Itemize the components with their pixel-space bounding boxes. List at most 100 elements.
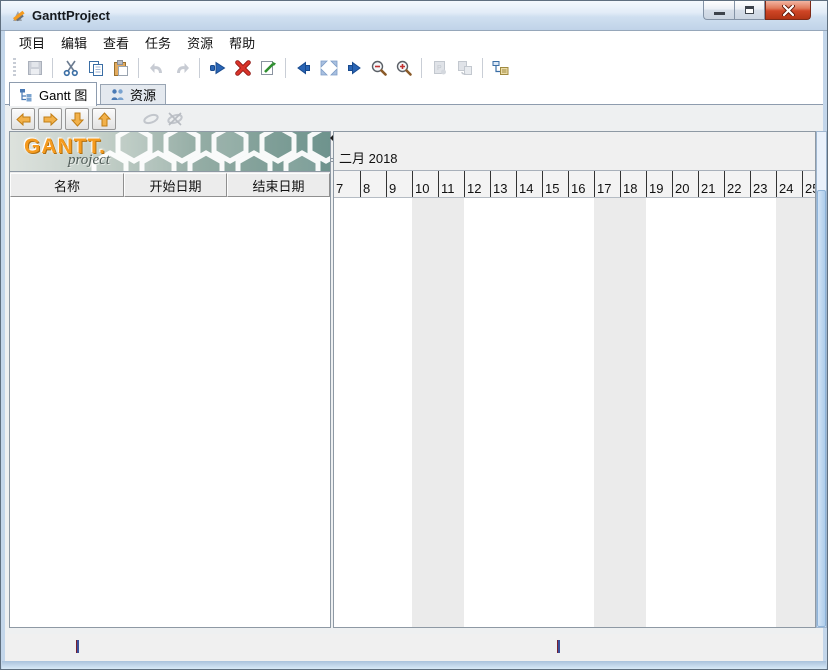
column-header-2[interactable]: 结束日期 [227,173,330,197]
day-number: 23 [753,181,767,196]
scroll-right-button[interactable] [38,108,62,130]
tab-gantt[interactable]: Gantt 图 [9,82,97,106]
delete-icon [234,59,252,77]
day-header-cell[interactable]: 24 [776,171,802,197]
weekday-column [516,198,542,627]
day-number: 16 [571,181,585,196]
toolbar: P [5,54,823,82]
day-header-cell[interactable]: 9 [386,171,412,197]
day-header-cell[interactable]: 15 [542,171,568,197]
day-number: 20 [675,181,689,196]
cut-button[interactable] [58,56,83,81]
timeline-month-header[interactable]: 二月 2018 [334,132,815,171]
day-header-cell[interactable]: 14 [516,171,542,197]
menu-item-1[interactable]: 编辑 [53,31,95,54]
day-number: 9 [389,181,396,196]
unlink-tasks-button[interactable] [163,108,187,130]
title-bar[interactable]: GanttProject [1,1,827,31]
day-header-cell[interactable]: 20 [672,171,698,197]
navigate-back-button[interactable] [291,56,316,81]
minimize-button[interactable] [703,1,734,20]
day-header-cell[interactable]: 23 [750,171,776,197]
day-header-cell[interactable]: 12 [464,171,490,197]
menu-item-2[interactable]: 查看 [95,31,137,54]
link-tasks-button[interactable] [139,108,163,130]
weekday-column [646,198,672,627]
menu-item-0[interactable]: 项目 [11,31,53,54]
scrollbar-thumb[interactable] [817,190,826,627]
report-button[interactable]: P [427,56,452,81]
weekday-column [490,198,516,627]
maximize-button[interactable] [734,1,765,20]
undo-button[interactable] [144,56,169,81]
weekday-column [334,198,360,627]
weekday-column [360,198,386,627]
menu-item-5[interactable]: 帮助 [221,31,263,54]
day-header-cell[interactable]: 21 [698,171,724,197]
menu-item-3[interactable]: 任务 [137,31,179,54]
scroll-left-button[interactable] [11,108,35,130]
day-header-cell[interactable]: 25 [802,171,816,197]
zoom-in-button[interactable] [391,56,416,81]
cut-icon [62,59,80,77]
day-header-cell[interactable]: 10 [412,171,438,197]
copy-button[interactable] [83,56,108,81]
save-button[interactable] [22,56,47,81]
day-header-cell[interactable]: 8 [360,171,386,197]
move-up-button[interactable] [92,108,116,130]
hexagon-pattern [90,132,330,171]
window-controls [703,1,811,21]
status-marker [76,640,79,653]
day-number: 19 [649,181,663,196]
column-header-0[interactable]: 名称 [10,173,124,197]
task-table-body[interactable] [10,197,330,627]
main-panel: GANTT. project 名称开始日期结束日期 二月 2018 789101… [5,104,823,634]
redo-button[interactable] [169,56,194,81]
day-header-cell[interactable]: 19 [646,171,672,197]
day-header-cell[interactable]: 7 [334,171,360,197]
navigate-back-icon [295,59,313,77]
weekend-column [776,198,802,627]
day-number: 24 [779,181,793,196]
day-header-cell[interactable]: 16 [568,171,594,197]
zoom-in-icon [395,59,413,77]
toolbar-grip[interactable] [13,58,16,78]
split-view: GANTT. project 名称开始日期结束日期 二月 2018 789101… [5,131,823,628]
delete-button[interactable] [230,56,255,81]
tab-gantt-label: Gantt 图 [39,85,87,104]
weekday-column [386,198,412,627]
day-header-cell[interactable]: 11 [438,171,464,197]
status-marker [557,640,560,653]
table-header-row: 名称开始日期结束日期 [10,172,330,197]
zoom-fit-button[interactable] [316,56,341,81]
zoom-out-button[interactable] [366,56,391,81]
day-header-cell[interactable]: 13 [490,171,516,197]
menu-item-4[interactable]: 资源 [179,31,221,54]
edit-task-button[interactable] [255,56,280,81]
chart-canvas[interactable] [334,198,815,627]
day-header-cell[interactable]: 18 [620,171,646,197]
day-number: 18 [623,181,637,196]
day-header-cell[interactable]: 22 [724,171,750,197]
weekend-column [594,198,620,627]
move-down-button[interactable] [65,108,89,130]
indent-button[interactable] [205,56,230,81]
column-header-1[interactable]: 开始日期 [124,173,227,197]
zoom-fit-icon [319,59,339,77]
timeline-day-header[interactable]: 78 9 10 111213141516 1718 19 20 212223 24 25 [334,171,815,198]
vertical-scrollbar[interactable] [816,131,827,628]
hierarchy-icon [491,59,510,77]
weekday-column [542,198,568,627]
tab-bar: Gantt 图 资源 [5,81,823,104]
sync-button[interactable] [452,56,477,81]
close-button[interactable] [765,1,811,20]
hierarchy-button[interactable] [488,56,513,81]
paste-button[interactable] [108,56,133,81]
navigate-forward-button[interactable] [341,56,366,81]
day-number: 8 [363,181,370,196]
link-icon [142,112,160,126]
indent-arrow-icon [209,59,227,77]
tab-resources[interactable]: 资源 [100,84,166,104]
day-number: 10 [415,181,429,196]
day-header-cell[interactable]: 17 [594,171,620,197]
